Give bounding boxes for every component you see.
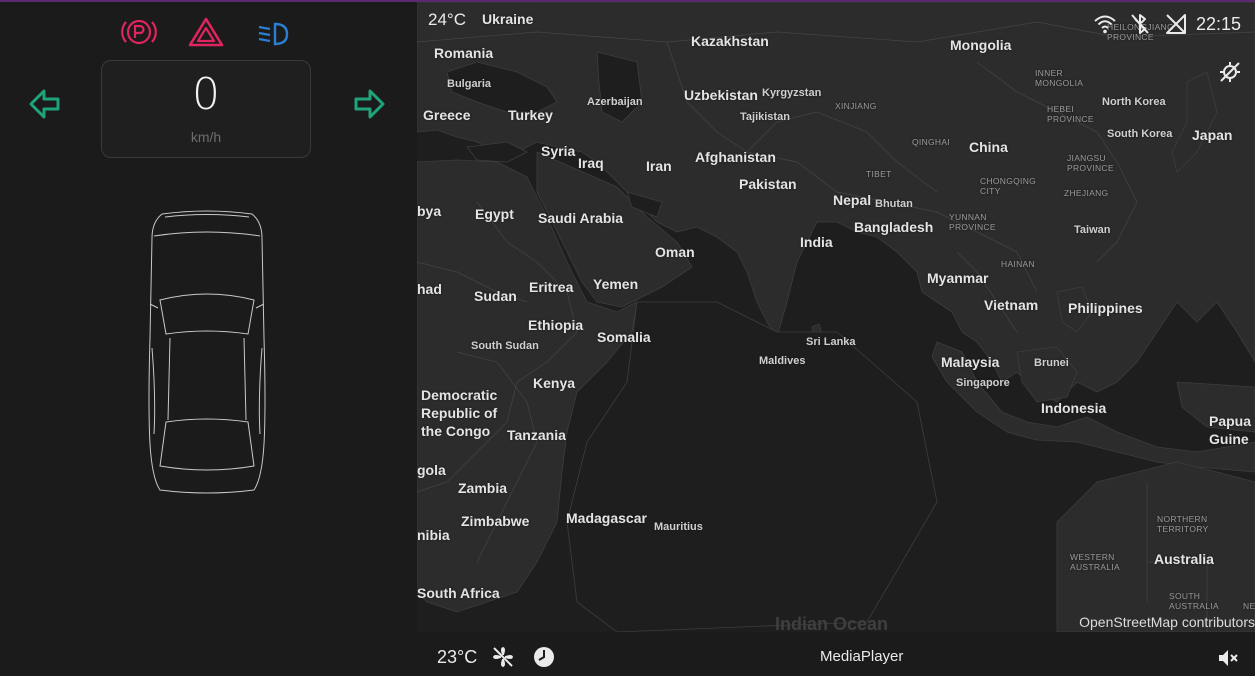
map-label: XINJIANG (835, 101, 877, 111)
map-label: bya (417, 203, 442, 219)
map-label: Azerbaijan (587, 96, 643, 108)
mute-icon[interactable] (1216, 646, 1240, 670)
map-label: NORTHERN TERRITORY (1157, 514, 1209, 534)
map-label: Philippines (1068, 300, 1143, 316)
speed-value: 0 (192, 69, 220, 120)
map-label: Bulgaria (447, 78, 492, 90)
map-label: Iran (646, 158, 672, 174)
map-label: Kyrgyzstan (762, 87, 822, 99)
wifi-icon[interactable] (1093, 12, 1117, 36)
no-signal-icon[interactable] (1164, 12, 1188, 36)
hazard-warning-icon (188, 17, 224, 47)
map-label: Vietnam (984, 297, 1039, 313)
map-label: Ukraine (482, 11, 534, 27)
map-label: HAINAN (1001, 259, 1035, 269)
map-label: gola (417, 462, 446, 478)
map-label: JIANGSU PROVINCE (1067, 153, 1114, 173)
map-label: Tajikistan (740, 111, 790, 123)
map-label: WESTERN AUSTRALIA (1070, 552, 1120, 572)
map-label: Maldives (759, 355, 806, 367)
map-label: Japan (1192, 127, 1233, 143)
map-label: Indonesia (1041, 400, 1107, 416)
map-label: Taiwan (1074, 224, 1111, 236)
car-top-view-icon (148, 210, 266, 494)
instrument-cluster: 0 km/h (0, 2, 417, 676)
map-label: Brunei (1034, 357, 1069, 369)
map-label: Malaysia (941, 354, 1000, 370)
location-off-icon[interactable] (1218, 60, 1242, 84)
map-label: Mongolia (950, 37, 1012, 53)
media-player-label[interactable]: MediaPlayer (820, 648, 903, 665)
cabin-temperature[interactable]: 23°C (437, 647, 477, 668)
speed-unit: km/h (190, 129, 222, 145)
map-label: Yemen (593, 276, 639, 292)
fan-icon[interactable] (491, 645, 515, 669)
map-label: Nepal (833, 192, 872, 208)
map-label: North Korea (1102, 96, 1166, 108)
map-label: YUNNAN PROVINCE (949, 212, 996, 232)
map-label: Sudan (474, 288, 517, 304)
map-label: India (800, 234, 833, 250)
map-label: NEW (1243, 601, 1255, 611)
map-label: Australia (1154, 551, 1214, 567)
map-label: nibia (417, 527, 450, 543)
map-label: QINGHAI (912, 137, 950, 147)
navigation-map[interactable]: Ukraine Kazakhstan Mongolia Romania Bulg… (417, 2, 1255, 632)
map-label: CHONGQING CITY (980, 176, 1037, 196)
map-label: South Africa (417, 585, 500, 601)
outside-temperature: 24°C (428, 10, 466, 29)
map-label: SOUTH AUSTRALIA (1169, 591, 1219, 611)
map-label: Democratic Republic of the Congo (421, 387, 498, 439)
map-label: Iraq (578, 155, 604, 171)
map-label: South Sudan (471, 340, 539, 352)
map-label: Uzbekistan (684, 87, 758, 103)
map-label: Papua N Guine (1209, 413, 1255, 447)
map-label: Syria (541, 143, 576, 159)
turn-left-arrow-icon (29, 89, 60, 119)
map-label: South Korea (1107, 128, 1173, 140)
map-label: Bangladesh (854, 219, 934, 235)
map-label: Zimbabwe (461, 513, 530, 529)
map-label: Kazakhstan (691, 33, 769, 49)
map-label: Sri Lanka (806, 336, 856, 348)
map-label: Eritrea (529, 279, 574, 295)
map-attribution[interactable]: OpenStreetMap contributors (1079, 614, 1255, 630)
map-label: Bhutan (875, 198, 913, 210)
map-label: Saudi Arabia (538, 210, 624, 226)
low-beam-icon (258, 22, 289, 46)
map-label: Afghanistan (695, 149, 776, 165)
map-label: Ethiopia (528, 317, 584, 333)
bluetooth-off-icon[interactable] (1128, 12, 1152, 36)
map-label: Singapore (956, 377, 1010, 389)
map-label: Turkey (508, 107, 553, 123)
turn-right-arrow-icon (354, 89, 385, 119)
timer-icon[interactable] (532, 645, 556, 669)
map-label: Madagascar (566, 510, 647, 526)
map-label: Pakistan (739, 176, 797, 192)
map-label: Romania (434, 45, 494, 61)
map-label: Somalia (597, 329, 651, 345)
map-label: INNER MONGOLIA (1035, 68, 1084, 88)
clock: 22:15 (1196, 14, 1242, 34)
map-label: Kenya (533, 375, 576, 391)
map-label-ocean: Indian Ocean (775, 614, 889, 632)
map-label: China (969, 139, 1008, 155)
map-label: Oman (655, 244, 695, 260)
map-label: Myanmar (927, 270, 989, 286)
map-label: HEBEI PROVINCE (1047, 104, 1094, 124)
map-label: Mauritius (654, 521, 703, 533)
map-label: TIBET (866, 169, 892, 179)
map-label: Zambia (458, 480, 508, 496)
map-label: Egypt (475, 206, 514, 222)
map-label: Greece (423, 107, 471, 123)
parking-brake-icon (121, 19, 157, 45)
map-label: had (417, 281, 442, 297)
map-label: ZHEJIANG (1064, 188, 1109, 198)
map-label: Tanzania (507, 427, 566, 443)
speedometer: 0 km/h (101, 60, 311, 158)
